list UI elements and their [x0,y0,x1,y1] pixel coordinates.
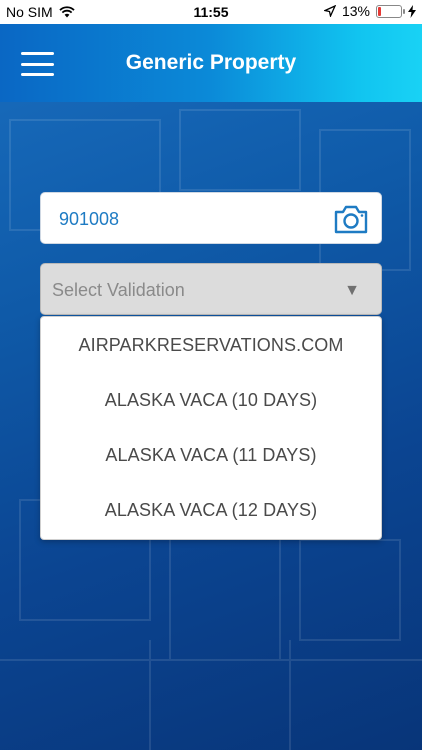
page-title: Generic Property [125,51,297,74]
dropdown-option[interactable]: AIRPARKRESERVATIONS.COM [41,318,381,373]
validation-dropdown-list: AIRPARKRESERVATIONS.COM ALASKA VACA (10 … [40,316,382,540]
battery-level-fill [378,6,381,16]
validation-select[interactable]: Select Validation ▼ [40,263,382,315]
status-right: 13% [323,3,416,19]
dropdown-option[interactable]: ALASKA VACA (10 DAYS) [41,373,381,428]
battery-icon [376,4,405,18]
dropdown-option[interactable]: ALASKA VACA (12 DAYS) [41,483,381,538]
dropdown-option[interactable]: ALASKA VACA (11 DAYS) [41,428,381,483]
app-header: Generic Property [0,24,422,102]
battery-percent: 13% [341,3,370,19]
location-arrow-icon [323,5,336,17]
charging-bolt-icon [408,4,416,18]
code-input-field[interactable]: 901008 [40,192,382,244]
status-bar: No SIM 11:55 13% [0,0,422,24]
validation-select-placeholder: Select Validation [52,280,185,300]
dropdown-arrow-icon[interactable]: ▼ [344,282,360,300]
code-value[interactable]: 901008 [59,209,119,230]
camera-icon[interactable] [333,203,369,235]
